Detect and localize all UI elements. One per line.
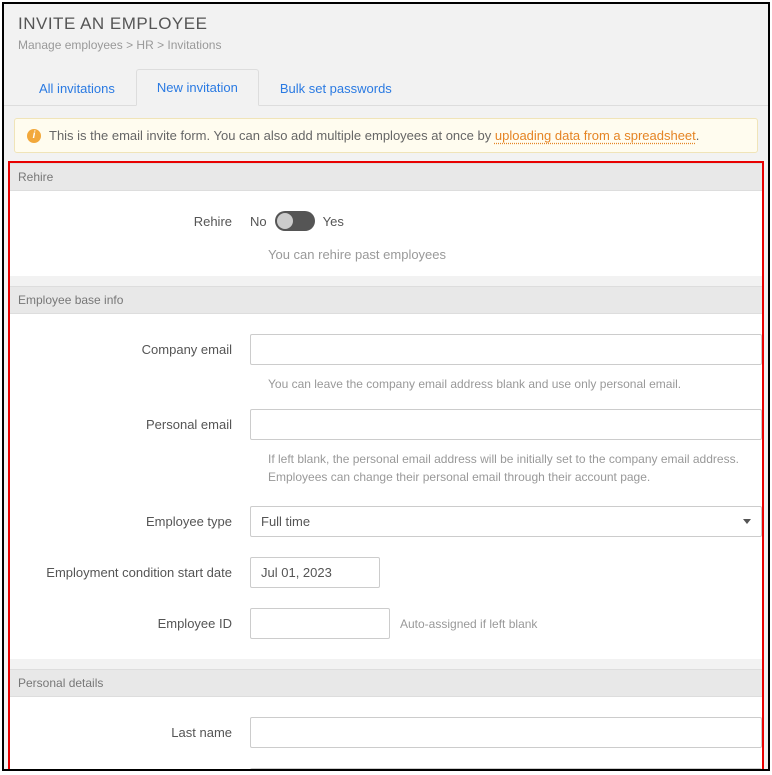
- section-header-base-info: Employee base info: [10, 286, 762, 314]
- rehire-help-text: You can rehire past employees: [10, 247, 762, 262]
- tab-all-invitations[interactable]: All invitations: [18, 70, 136, 106]
- rehire-yes-label: Yes: [323, 214, 344, 229]
- rehire-toggle[interactable]: [275, 211, 315, 231]
- tab-bulk-set-passwords[interactable]: Bulk set passwords: [259, 70, 413, 106]
- personal-email-help: If left blank, the personal email addres…: [10, 450, 762, 486]
- info-icon: i: [27, 129, 41, 143]
- notice-text-after: .: [696, 128, 700, 143]
- upload-spreadsheet-link[interactable]: uploading data from a spreadsheet: [495, 128, 696, 143]
- employee-type-label: Employee type: [10, 514, 250, 529]
- start-date-label: Employment condition start date: [10, 565, 250, 580]
- tabs: All invitations New invitation Bulk set …: [4, 68, 768, 106]
- personal-email-input[interactable]: [250, 409, 762, 440]
- last-name-label: Last name: [10, 725, 250, 740]
- rehire-no-label: No: [250, 214, 267, 229]
- employee-type-value: Full time: [261, 514, 310, 529]
- chevron-down-icon: [743, 519, 751, 524]
- breadcrumb: Manage employees > HR > Invitations: [18, 38, 754, 52]
- employee-id-input[interactable]: [250, 608, 390, 639]
- company-email-help: You can leave the company email address …: [10, 375, 762, 393]
- tab-new-invitation[interactable]: New invitation: [136, 69, 259, 106]
- section-header-rehire: Rehire: [10, 163, 762, 191]
- notice-text-before: This is the email invite form. You can a…: [49, 128, 495, 143]
- personal-email-label: Personal email: [10, 417, 250, 432]
- employee-id-hint: Auto-assigned if left blank: [400, 617, 537, 631]
- first-name-input[interactable]: [250, 768, 762, 771]
- company-email-label: Company email: [10, 342, 250, 357]
- employee-type-select[interactable]: Full time: [250, 506, 762, 537]
- employee-id-label: Employee ID: [10, 616, 250, 631]
- company-email-input[interactable]: [250, 334, 762, 365]
- rehire-label: Rehire: [10, 214, 250, 229]
- page-title: INVITE AN EMPLOYEE: [18, 14, 754, 34]
- start-date-input[interactable]: [250, 557, 380, 588]
- info-notice: i This is the email invite form. You can…: [14, 118, 758, 153]
- form-highlight-box: Rehire Rehire No Yes You can rehire past…: [8, 161, 764, 771]
- last-name-input[interactable]: [250, 717, 762, 748]
- notice-text: This is the email invite form. You can a…: [49, 128, 699, 143]
- section-header-personal: Personal details: [10, 669, 762, 697]
